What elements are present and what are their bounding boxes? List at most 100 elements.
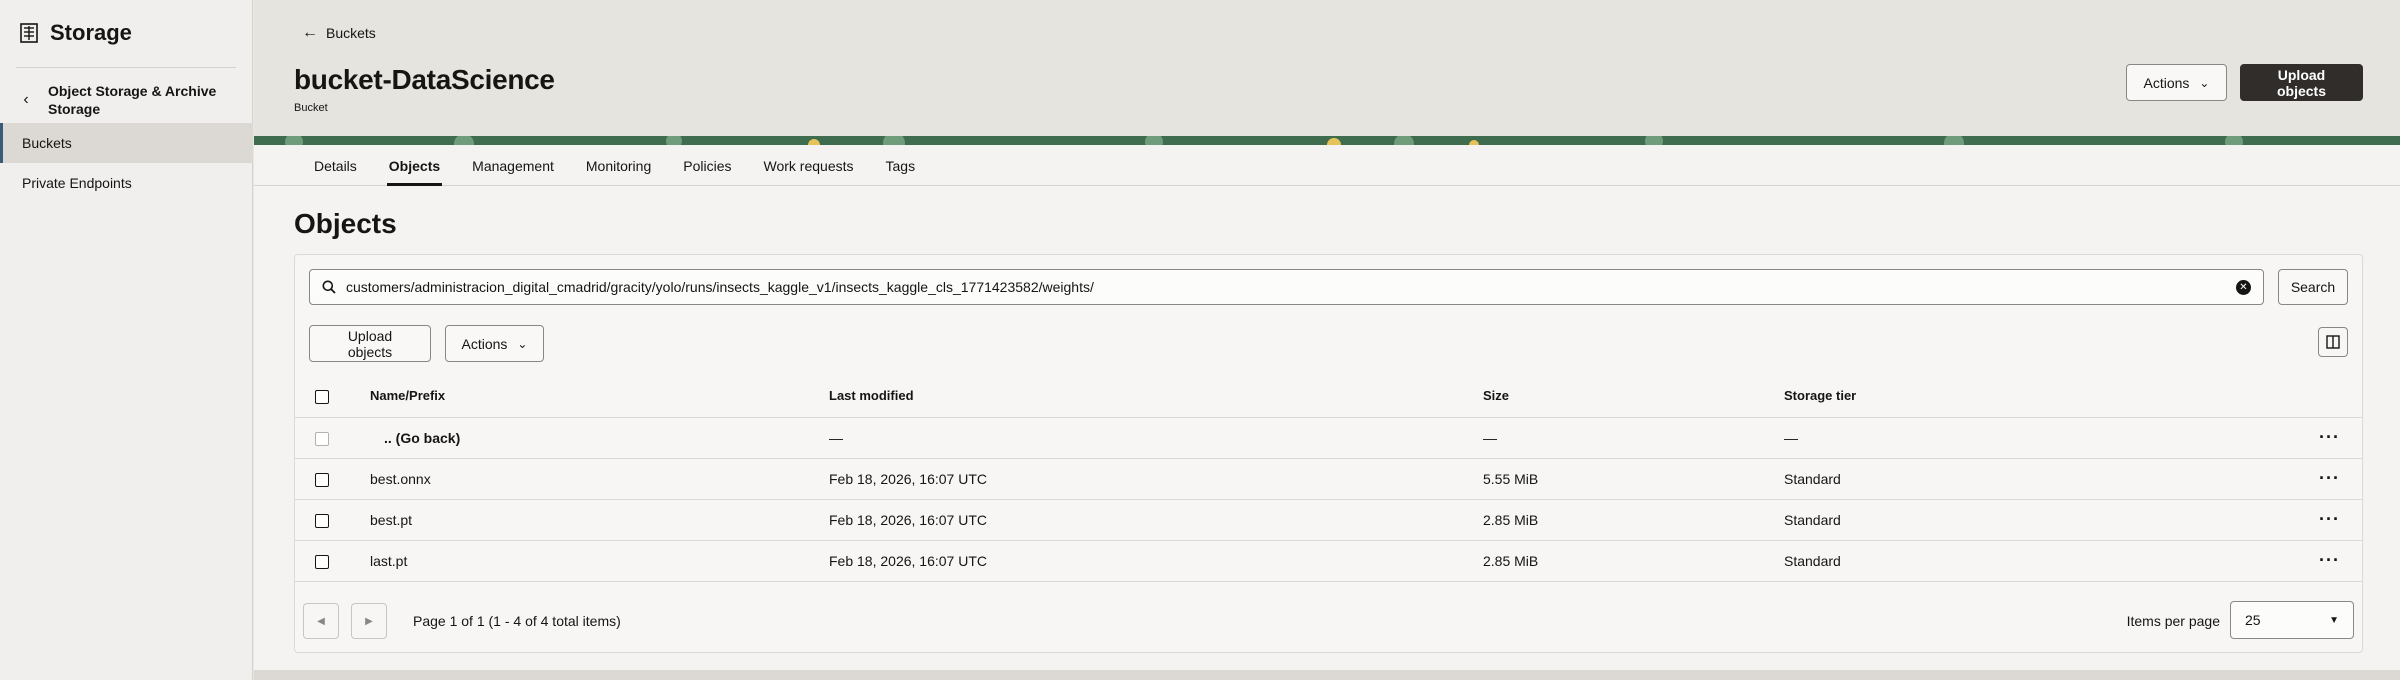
more-actions-icon[interactable]: ··· [2319,427,2340,447]
column-header-last-modified[interactable]: Last modified [829,375,1483,418]
tab-label: Management [472,157,554,174]
row-checkbox[interactable] [315,513,329,528]
page-subtitle: Bucket [294,102,328,114]
row-checkbox [315,431,329,446]
tab-tags[interactable]: Tags [870,145,932,186]
actions-label: Actions [2143,74,2190,91]
object-name-link[interactable]: best.onnx [370,458,829,500]
breadcrumb-back-link[interactable]: ← Buckets [302,24,376,42]
actions-label: Actions [461,335,508,352]
objects-toolbar: Upload objects Actions ⌄ [309,325,544,362]
sidebar-item-private-endpoints[interactable]: Private Endpoints [0,163,253,203]
select-all-checkbox[interactable] [315,389,329,404]
search-button[interactable]: Search [2278,269,2348,305]
previous-page-button[interactable]: ◀ [303,603,339,639]
main-content: Objects customers/administracion_digital… [254,186,2400,670]
page-info: Page 1 of 1 (1 - 4 of 4 total items) [413,613,621,629]
chevron-down-icon: ⌄ [2199,75,2210,90]
tab-work-requests[interactable]: Work requests [748,145,870,186]
upload-objects-button[interactable]: Upload objects [309,325,431,362]
tab-label: Policies [683,157,732,174]
columns-icon [2326,335,2340,349]
tab-management[interactable]: Management [456,145,570,186]
row-actions-cell: ··· [2284,499,2362,541]
decorative-banner [254,136,2400,145]
sidebar-item-label: Private Endpoints [22,175,132,191]
search-value: customers/administracion_digital_cmadrid… [346,279,1094,295]
page-title: bucket-DataScience [294,64,555,95]
sidebar-title: Storage [50,20,132,45]
row-actions-cell: ··· [2284,540,2362,582]
chevron-left-icon: ‹ [23,91,29,108]
object-modified: Feb 18, 2026, 16:07 UTC [829,499,1483,541]
more-actions-icon[interactable]: ··· [2319,509,2340,529]
breadcrumb-label: Buckets [326,25,376,41]
object-modified: Feb 18, 2026, 16:07 UTC [829,540,1483,582]
column-header-name[interactable]: Name/Prefix [370,375,829,418]
clear-icon[interactable]: ✕ [2236,280,2251,295]
table-row: best.pt Feb 18, 2026, 16:07 UTC 2.85 MiB… [295,499,2362,541]
sidebar-back-label: Object Storage & Archive Storage [47,83,217,117]
search-icon [322,280,336,294]
column-settings-icon[interactable] [2318,327,2348,357]
items-per-page-value: 25 [2245,612,2261,628]
tab-label: Monitoring [585,157,652,174]
pagination: ◀ ▶ Page 1 of 1 (1 - 4 of 4 total items)… [295,589,2362,653]
tab-monitoring[interactable]: Monitoring [570,145,667,186]
sidebar-item-label: Buckets [22,135,72,151]
sidebar-back-link[interactable]: ‹ Object Storage & Archive Storage [20,82,240,118]
caret-down-icon: ▼ [2329,614,2339,626]
bottom-strip [254,670,2400,680]
arrow-left-icon: ← [302,24,318,41]
object-modified: Feb 18, 2026, 16:07 UTC [829,458,1483,500]
row-actions-cell: ··· [2284,417,2362,459]
tab-policies[interactable]: Policies [667,145,747,186]
caret-left-icon: ◀ [317,615,325,627]
tab-objects[interactable]: Objects [373,145,456,186]
items-per-page-select[interactable]: 25 ▼ [2230,601,2354,639]
column-header-size[interactable]: Size [1483,375,1784,418]
sidebar-item-buckets[interactable]: Buckets [0,123,253,163]
row-actions-cell: ··· [2284,458,2362,500]
object-name-link[interactable]: best.pt [370,499,829,541]
items-per-page-label: Items per page [2126,613,2220,629]
object-tier: Standard [1784,458,2284,500]
header-actions-button[interactable]: Actions ⌄ [2126,64,2227,101]
search-button-label: Search [2290,279,2336,295]
header-upload-button[interactable]: Upload objects [2240,64,2363,101]
object-name-link[interactable]: last.pt [370,540,829,582]
caret-right-icon: ▶ [365,615,373,627]
prefix-search-input[interactable]: customers/administracion_digital_cmadrid… [309,269,2264,305]
table-header-row: Name/Prefix Last modified Size Storage t… [295,375,2362,418]
object-tier: Standard [1784,499,2284,541]
object-size: 2.85 MiB [1483,499,1784,541]
upload-label: Upload objects [2276,66,2326,99]
tab-details[interactable]: Details [298,145,373,186]
object-tier: — [1784,417,2284,459]
object-name-link[interactable]: .. (Go back) [370,417,829,459]
objects-card: customers/administracion_digital_cmadrid… [294,254,2363,653]
row-select-cell [295,417,370,459]
upload-objects-label: Upload objects [347,327,393,360]
row-checkbox[interactable] [315,554,329,569]
row-select-cell [295,458,370,500]
next-page-button[interactable]: ▶ [351,603,387,639]
pagination-buttons: ◀ ▶ [303,603,387,639]
section-heading: Objects [294,208,397,239]
page-header: ← Buckets bucket-DataScience Bucket Acti… [254,0,2400,145]
row-checkbox[interactable] [315,472,329,487]
more-actions-icon[interactable]: ··· [2319,550,2340,570]
object-size: 5.55 MiB [1483,458,1784,500]
object-size: 2.85 MiB [1483,540,1784,582]
sidebar-header: Storage [20,20,132,46]
table-row: last.pt Feb 18, 2026, 16:07 UTC 2.85 MiB… [295,540,2362,582]
select-all-cell [295,375,370,418]
objects-actions-button[interactable]: Actions ⌄ [445,325,544,362]
more-actions-icon[interactable]: ··· [2319,468,2340,488]
storage-icon [20,23,38,43]
row-select-cell [295,499,370,541]
column-header-storage-tier[interactable]: Storage tier [1784,375,2284,418]
object-modified: — [829,417,1483,459]
table-row: best.onnx Feb 18, 2026, 16:07 UTC 5.55 M… [295,458,2362,500]
tab-label: Objects [388,157,441,174]
